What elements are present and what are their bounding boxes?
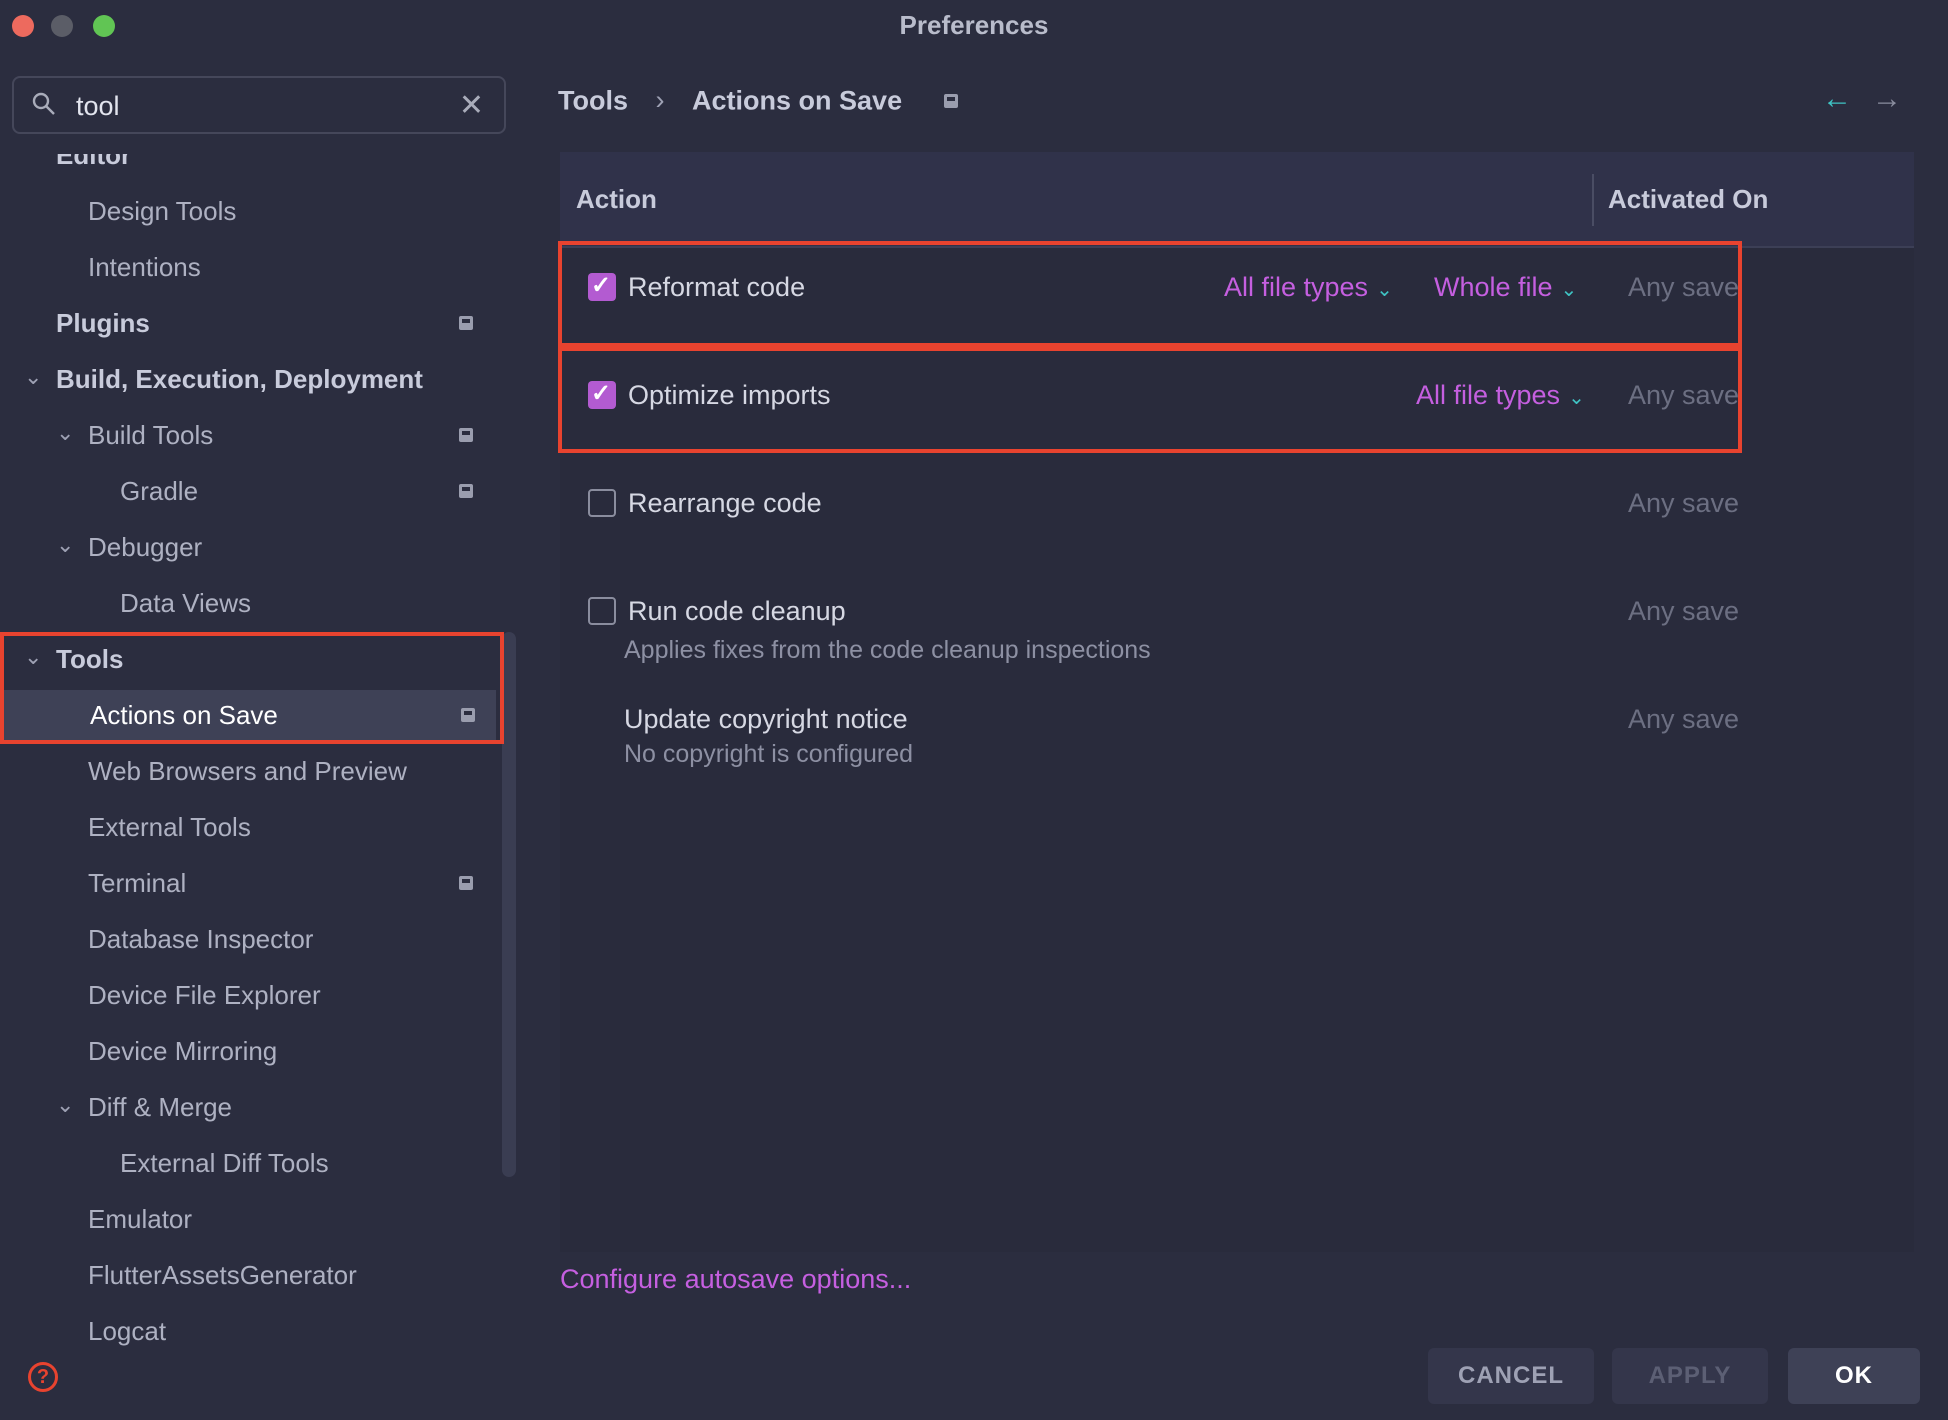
sidebar-item-external-tools[interactable]: External Tools [0, 802, 500, 854]
sidebar-item-label: Web Browsers and Preview [88, 756, 407, 786]
title-bar: Preferences [0, 0, 1948, 52]
sidebar-item-label: Device Mirroring [88, 1036, 278, 1066]
sidebar-item-editor[interactable]: Editor [0, 154, 500, 182]
sidebar-scrollbar[interactable] [502, 632, 516, 1177]
sidebar-item-label: Intentions [88, 252, 201, 282]
sidebar-item-device-file-explorer[interactable]: Device File Explorer [0, 970, 500, 1022]
sidebar-item-label: FlutterAssetsGenerator [88, 1260, 357, 1290]
ok-button[interactable]: OK [1788, 1348, 1920, 1404]
search-icon [32, 92, 55, 115]
sidebar-item-build-execution-deployment[interactable]: ⌄ Build, Execution, Deployment [0, 354, 500, 406]
sidebar-item-logcat[interactable]: Logcat [0, 1306, 500, 1358]
sidebar-item-label: Build Tools [88, 420, 214, 450]
rearrange-code-checkbox[interactable] [588, 489, 616, 517]
activated-on-value: Any save [1628, 704, 1740, 734]
sidebar-item-debugger[interactable]: ⌄ Debugger [0, 522, 500, 574]
row-label: Run code cleanup [628, 596, 846, 626]
settings-tree: Editor Design Tools Intentions Plugins ⌄ Buil… [0, 154, 500, 1386]
table-row: Rearrange code Any save [560, 464, 1914, 568]
chevron-down-icon[interactable]: ⌄ [56, 420, 74, 446]
sidebar-item-label: Diff & Merge [88, 1092, 233, 1122]
sidebar-item-label: Terminal [88, 868, 187, 898]
sidebar-item-label: Build, Execution, Deployment [56, 364, 423, 394]
sidebar-item-label: Device File Explorer [88, 980, 321, 1010]
sidebar-item-label: Design Tools [88, 196, 237, 226]
sidebar-item-intentions[interactable]: Intentions [0, 242, 500, 294]
row-description: No copyright is configured [624, 740, 914, 768]
sidebar-item-label: Gradle [120, 476, 199, 506]
sidebar-item-label: External Diff Tools [120, 1148, 329, 1178]
project-level-icon [459, 316, 473, 330]
sidebar-item-label: Data Views [120, 588, 252, 618]
sidebar-item-design-tools[interactable]: Design Tools [0, 186, 500, 238]
activated-on-value: Any save [1628, 596, 1740, 626]
chevron-down-icon[interactable]: ⌄ [56, 1092, 74, 1118]
breadcrumb-parent[interactable]: Tools [558, 85, 628, 115]
sidebar-item-device-mirroring[interactable]: Device Mirroring [0, 1026, 500, 1078]
window-title: Preferences [899, 10, 1049, 40]
table-header: Action Activated On [560, 152, 1914, 248]
row-label: Update copyright notice [624, 704, 908, 734]
table-row: Update copyright notice No copyright is … [560, 680, 1914, 784]
column-header-activated-on: Activated On [1608, 184, 1769, 214]
sidebar-item-diff-merge[interactable]: ⌄ Diff & Merge [0, 1082, 500, 1134]
chevron-down-icon[interactable]: ⌄ [24, 364, 42, 390]
sidebar-item-label: Logcat [88, 1316, 167, 1346]
breadcrumb-current: Actions on Save [692, 85, 903, 116]
breadcrumb-separator-icon: › [655, 85, 665, 116]
project-level-icon [459, 876, 473, 890]
row-label: Rearrange code [628, 488, 822, 518]
sidebar-item-label: Editor [56, 154, 132, 170]
sidebar-item-label: Plugins [56, 308, 150, 338]
sidebar-item-terminal[interactable]: Terminal [0, 858, 500, 910]
sidebar-item-label: Emulator [88, 1204, 193, 1234]
sidebar-item-flutterassetsgenerator[interactable]: FlutterAssetsGenerator [0, 1250, 500, 1302]
highlight-tools-section [0, 632, 504, 744]
clear-search-icon[interactable]: ✕ [459, 88, 484, 123]
search-input[interactable] [74, 88, 458, 124]
sidebar-item-label: External Tools [88, 812, 251, 842]
activated-on-value: Any save [1628, 488, 1740, 518]
run-code-cleanup-checkbox[interactable] [588, 597, 616, 625]
sidebar-item-build-tools[interactable]: ⌄ Build Tools [0, 410, 500, 462]
column-divider[interactable] [1592, 174, 1594, 226]
breadcrumb: Tools › Actions on Save [558, 84, 958, 116]
highlight-optimize-row [558, 347, 1742, 453]
forward-arrow-icon[interactable]: → [1872, 82, 1902, 116]
highlight-reformat-row [558, 241, 1742, 347]
sidebar-item-web-browsers-and-preview[interactable]: Web Browsers and Preview [0, 746, 500, 798]
sidebar-item-label: Debugger [88, 532, 203, 562]
sidebar-item-emulator[interactable]: Emulator [0, 1194, 500, 1246]
sidebar-item-database-inspector[interactable]: Database Inspector [0, 914, 500, 966]
table-row: Run code cleanup Applies fixes from the … [560, 572, 1914, 676]
column-header-action: Action [576, 184, 657, 214]
project-level-icon [459, 428, 473, 442]
row-description: Applies fixes from the code cleanup insp… [624, 636, 1151, 664]
sidebar-item-plugins[interactable]: Plugins [0, 298, 500, 350]
help-icon[interactable]: ? [28, 1362, 58, 1392]
configure-autosave-link[interactable]: Configure autosave options... [560, 1264, 911, 1295]
project-level-icon [459, 484, 473, 498]
sidebar-item-data-views[interactable]: Data Views [0, 578, 500, 630]
sidebar-item-gradle[interactable]: Gradle [0, 466, 500, 518]
chevron-down-icon[interactable]: ⌄ [56, 532, 74, 558]
sidebar-item-external-diff-tools[interactable]: External Diff Tools [0, 1138, 500, 1190]
apply-button[interactable]: APPLY [1612, 1348, 1768, 1404]
project-level-icon [943, 93, 958, 108]
search-box: ✕ [12, 76, 506, 134]
back-arrow-icon[interactable]: ← [1822, 82, 1852, 116]
cancel-button[interactable]: CANCEL [1428, 1348, 1594, 1404]
sidebar-item-label: Database Inspector [88, 924, 314, 954]
